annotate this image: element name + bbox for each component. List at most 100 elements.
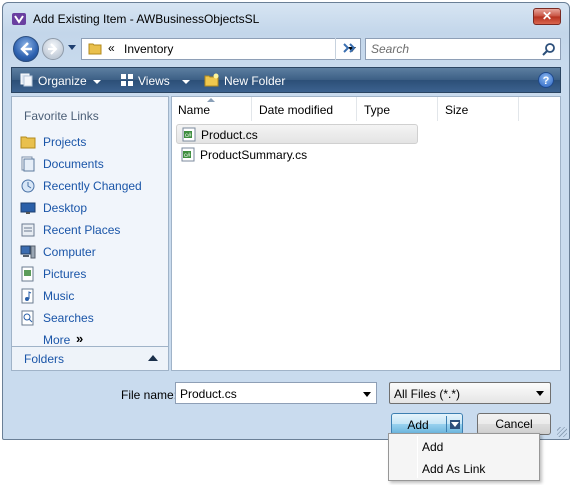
command-toolbar: Organize Views New Folder ? xyxy=(11,67,561,93)
file-row[interactable]: c# Product.cs xyxy=(176,124,418,144)
sort-ascending-icon xyxy=(207,98,215,102)
sidebar-item-music[interactable]: Music xyxy=(12,285,168,307)
search-placeholder: Search xyxy=(371,42,410,56)
close-button[interactable]: ✕ xyxy=(533,8,561,25)
new-folder-button[interactable]: New Folder xyxy=(204,73,285,88)
column-header-label: Size xyxy=(445,103,469,117)
help-icon[interactable]: ? xyxy=(538,72,554,88)
breadcrumb-overflow[interactable]: « xyxy=(108,41,115,55)
sidebar-item-computer[interactable]: Computer xyxy=(12,241,168,263)
back-button[interactable] xyxy=(13,36,39,62)
sidebar-item-label: Music xyxy=(43,289,75,303)
more-chevron-icon: » xyxy=(76,331,84,346)
file-name-value: Product.cs xyxy=(180,387,237,401)
searches-icon xyxy=(21,310,34,326)
file-row[interactable]: c# ProductSummary.cs xyxy=(176,145,418,165)
favorite-links-header: Favorite Links xyxy=(24,109,99,123)
desktop-icon xyxy=(20,202,36,214)
column-header-size[interactable]: Size xyxy=(439,97,519,121)
file-type-filter-select[interactable]: All Files (*.*) xyxy=(389,382,551,404)
svg-text:c#: c# xyxy=(184,153,191,159)
chevron-down-icon xyxy=(536,391,544,396)
breadcrumb-current[interactable]: Inventory xyxy=(124,42,173,56)
resize-grip[interactable] xyxy=(557,427,567,437)
navigation-pane: Favorite Links Projects Documents Recent… xyxy=(11,96,169,371)
navigation-bar: « Inventory Search xyxy=(3,33,569,65)
window-title: Add Existing Item - AWBusinessObjectsSL xyxy=(33,12,260,26)
file-name-dropdown-icon[interactable] xyxy=(363,392,371,397)
title-bar[interactable]: Add Existing Item - AWBusinessObjectsSL … xyxy=(3,3,569,33)
music-icon xyxy=(21,288,34,304)
sidebar-item-label: Documents xyxy=(43,157,104,171)
sidebar-item-recently-changed[interactable]: Recently Changed xyxy=(12,175,168,197)
sidebar-item-searches[interactable]: Searches xyxy=(12,307,168,329)
menu-item-add[interactable]: Add xyxy=(389,436,539,458)
csharp-file-icon: c# xyxy=(182,127,196,142)
back-arrow-icon xyxy=(20,42,32,56)
new-folder-icon xyxy=(204,73,219,87)
column-header-name[interactable]: Name xyxy=(172,97,252,121)
refresh-button[interactable] xyxy=(335,38,361,60)
recently-changed-icon xyxy=(21,179,35,193)
menu-item-add-as-link[interactable]: Add As Link xyxy=(389,458,539,480)
forward-button[interactable] xyxy=(42,38,64,60)
cancel-button[interactable]: Cancel xyxy=(477,413,551,435)
add-dropdown-arrow-icon[interactable] xyxy=(450,420,460,429)
favorite-links-list: Projects Documents Recently Changed Desk… xyxy=(12,131,168,351)
sidebar-item-label: Searches xyxy=(43,311,94,325)
organize-label: Organize xyxy=(38,74,87,88)
folders-toggle[interactable]: Folders xyxy=(12,346,168,370)
add-split-button[interactable]: Add xyxy=(391,413,463,435)
organize-icon xyxy=(20,73,33,87)
recent-pages-dropdown[interactable] xyxy=(68,45,76,50)
file-name-field[interactable]: Product.cs xyxy=(175,382,377,404)
sidebar-item-label: Pictures xyxy=(43,267,87,281)
search-icon[interactable] xyxy=(542,42,556,56)
address-bar[interactable]: « Inventory xyxy=(81,38,361,60)
pictures-icon xyxy=(21,266,34,282)
sidebar-item-desktop[interactable]: Desktop xyxy=(12,197,168,219)
folder-icon xyxy=(20,136,36,149)
search-input[interactable]: Search xyxy=(365,38,561,60)
sidebar-item-projects[interactable]: Projects xyxy=(12,131,168,153)
more-label: More xyxy=(43,333,71,347)
add-button-label[interactable]: Add xyxy=(392,418,444,432)
views-menu[interactable]: Views xyxy=(120,73,190,88)
csharp-file-icon: c# xyxy=(181,147,195,162)
folder-icon xyxy=(88,43,102,55)
dialog-footer: File name: Product.cs All Files (*.*) Ad… xyxy=(3,373,569,439)
menu-item-label: Add As Link xyxy=(422,462,486,476)
add-options-menu: Add Add As Link xyxy=(388,433,540,481)
column-header-label: Type xyxy=(364,103,391,117)
column-header-label: Name xyxy=(178,103,211,117)
column-header-date-modified[interactable]: Date modified xyxy=(253,97,357,121)
sidebar-item-label: Desktop xyxy=(43,201,88,215)
new-folder-label: New Folder xyxy=(224,74,286,88)
split-divider xyxy=(446,416,447,432)
sidebar-item-documents[interactable]: Documents xyxy=(12,153,168,175)
file-list-pane: Name Date modified Type Size c# Product.… xyxy=(171,96,561,371)
sidebar-item-label: Computer xyxy=(43,245,96,259)
file-name-label: File name: xyxy=(121,388,178,402)
sidebar-item-label: Recent Places xyxy=(43,223,121,237)
organize-menu[interactable]: Organize xyxy=(20,73,101,88)
forward-arrow-icon xyxy=(48,43,58,55)
views-caret-icon xyxy=(181,79,190,84)
column-header-type[interactable]: Type xyxy=(358,97,438,121)
menu-item-label: Add xyxy=(422,440,444,454)
svg-text:c#: c# xyxy=(185,133,192,139)
sidebar-item-pictures[interactable]: Pictures xyxy=(12,263,168,285)
file-type-filter-value: All Files (*.*) xyxy=(394,387,461,401)
computer-icon xyxy=(20,245,36,259)
views-icon xyxy=(121,74,133,86)
refresh-icon xyxy=(343,43,356,53)
sidebar-item-recent-places[interactable]: Recent Places xyxy=(12,219,168,241)
documents-icon xyxy=(21,156,35,172)
recent-places-icon xyxy=(21,223,35,237)
views-label: Views xyxy=(138,74,170,88)
column-headers: Name Date modified Type Size xyxy=(172,97,560,121)
chevron-up-icon xyxy=(148,355,158,361)
visual-studio-icon xyxy=(12,13,26,25)
add-existing-item-dialog: Add Existing Item - AWBusinessObjectsSL … xyxy=(2,2,570,440)
sidebar-item-label: Recently Changed xyxy=(43,179,142,193)
